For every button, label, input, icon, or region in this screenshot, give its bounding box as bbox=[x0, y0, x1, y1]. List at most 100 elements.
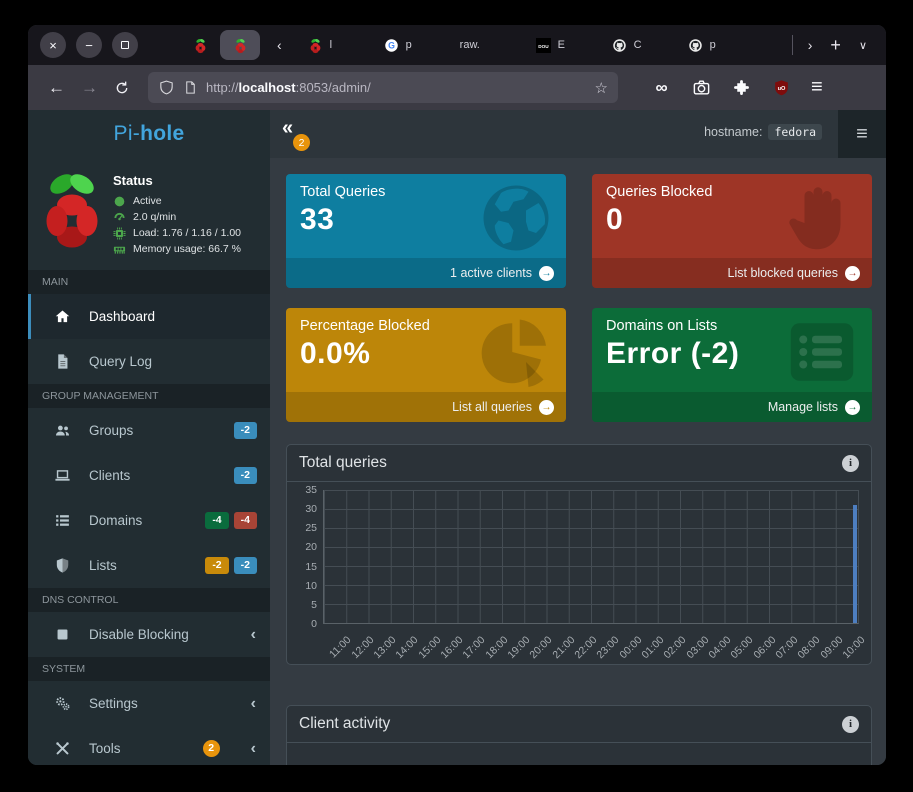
browser-window: ×− ‹ lGpraw. DOU E Cp › + ∨ ← → http://local… bbox=[28, 25, 886, 765]
raspberry-logo-icon bbox=[40, 171, 104, 251]
status-line: Load: 1.76 / 1.16 / 1.00 bbox=[113, 225, 241, 241]
count-badge: -2 bbox=[234, 467, 257, 484]
card-body: Percentage Blocked0.0% bbox=[286, 308, 566, 381]
bookmark-star-icon[interactable]: ☆ bbox=[595, 79, 608, 97]
total-queries-panel: Total queries i 3530252015105011:0012:00… bbox=[286, 444, 872, 665]
card-footer-text: List all queries bbox=[452, 400, 532, 414]
minimize-window-button[interactable]: − bbox=[76, 32, 102, 58]
maximize-window-button[interactable] bbox=[112, 32, 138, 58]
sidebar-item-settings[interactable]: Settings‹ bbox=[28, 681, 270, 726]
svg-text:G: G bbox=[388, 40, 395, 50]
card-title: Domains on Lists bbox=[606, 318, 858, 334]
pihole-header: Pi-hole « 2 hostname: fedora ≡ bbox=[28, 110, 886, 158]
card-body: Domains on ListsError (-2) bbox=[592, 308, 872, 381]
browser-tab[interactable]: Gp bbox=[375, 30, 451, 60]
infinity-icon[interactable]: ∞ bbox=[652, 78, 671, 97]
list-tabs-button[interactable]: ∨ bbox=[850, 39, 876, 52]
sidebar-item-label: Clients bbox=[89, 468, 130, 483]
cpu-icon bbox=[113, 227, 126, 240]
sidebar-item-dashboard[interactable]: Dashboard bbox=[28, 294, 270, 339]
shield-icon bbox=[54, 557, 71, 574]
close-window-button[interactable]: × bbox=[40, 32, 66, 58]
count-badge: -2 bbox=[205, 557, 228, 574]
url-bar[interactable]: http://localhost:8053/admin/ ☆ bbox=[148, 72, 618, 103]
file-icon bbox=[54, 353, 71, 370]
tab-strip: ‹ lGpraw. DOU E Cp bbox=[180, 25, 786, 65]
sidebar-menu: MAINDashboardQuery LogGROUP MANAGEMENTGr… bbox=[28, 270, 270, 765]
info-icon[interactable]: i bbox=[842, 716, 859, 733]
browser-tab[interactable]: DOU E bbox=[527, 30, 603, 60]
browser-tab[interactable]: raw. bbox=[451, 30, 527, 60]
browser-tab[interactable]: C bbox=[603, 30, 679, 60]
chevron-left-icon: ‹ bbox=[251, 740, 256, 758]
count-badge: -4 bbox=[205, 512, 228, 529]
card-footer-link[interactable]: List blocked queries→ bbox=[592, 258, 872, 288]
ublock-icon[interactable]: uO bbox=[772, 78, 791, 97]
sidebar-item-label: Query Log bbox=[89, 354, 152, 369]
camera-icon[interactable] bbox=[692, 78, 711, 97]
tab-title: p bbox=[710, 39, 716, 51]
browser-menu-button[interactable]: ≡ bbox=[811, 76, 823, 99]
forward-button[interactable]: → bbox=[73, 78, 106, 98]
browser-tab[interactable] bbox=[220, 30, 260, 60]
status-text: Active bbox=[133, 195, 162, 207]
y-axis-tick: 20 bbox=[287, 541, 317, 553]
y-axis-tick: 25 bbox=[287, 522, 317, 534]
card-footer-link[interactable]: Manage lists→ bbox=[592, 392, 872, 422]
scroll-tabs-right-button[interactable]: › bbox=[799, 37, 822, 53]
card-footer-link[interactable]: 1 active clients→ bbox=[286, 258, 566, 288]
url-text: http://localhost:8053/admin/ bbox=[206, 80, 371, 95]
page-info-icon[interactable] bbox=[183, 80, 198, 95]
status-text: Memory usage: 66.7 % bbox=[133, 243, 241, 255]
maximize-square-icon bbox=[121, 41, 129, 49]
github-icon bbox=[688, 38, 703, 53]
sidebar-item-label: Tools bbox=[89, 741, 121, 756]
header-main: « 2 hostname: fedora bbox=[270, 110, 838, 158]
raspberry-icon bbox=[308, 38, 323, 53]
list-icon bbox=[54, 512, 71, 529]
tab-title: E bbox=[558, 39, 565, 51]
sidebar-item-groups[interactable]: Groups-2 bbox=[28, 408, 270, 453]
pihole-menu-button[interactable]: ≡ bbox=[838, 110, 886, 158]
tab-separator bbox=[792, 35, 793, 55]
sidebar-section-header: SYSTEM bbox=[28, 657, 270, 681]
sidebar-collapse-button[interactable]: « bbox=[282, 117, 293, 140]
sidebar-item-clients[interactable]: Clients -2 bbox=[28, 453, 270, 498]
summary-card-total-queries: Total Queries331 active clients→ bbox=[286, 174, 566, 288]
sidebar-item-domains[interactable]: Domains -4-4 bbox=[28, 498, 270, 543]
arrow-circle-icon: → bbox=[539, 400, 554, 415]
summary-cards: Total Queries331 active clients→Queries … bbox=[286, 174, 872, 422]
card-value: 33 bbox=[300, 203, 552, 237]
memory-icon bbox=[113, 243, 126, 256]
puzzle-icon[interactable] bbox=[732, 78, 751, 97]
client-activity-panel: Client activity i bbox=[286, 705, 872, 765]
browser-tab[interactable] bbox=[180, 30, 220, 60]
sidebar-item-query-log[interactable]: Query Log bbox=[28, 339, 270, 384]
home-icon bbox=[54, 308, 71, 325]
reload-button[interactable] bbox=[106, 80, 138, 96]
status-line: Active bbox=[113, 193, 241, 209]
chevron-left-icon: ‹ bbox=[251, 626, 256, 644]
sidebar-item-disable-blocking[interactable]: Disable Blocking‹ bbox=[28, 612, 270, 657]
tracking-protection-shield-icon[interactable] bbox=[158, 79, 175, 96]
sidebar-item-label: Dashboard bbox=[89, 309, 155, 324]
tools-icon bbox=[54, 740, 71, 757]
svg-text:DOU: DOU bbox=[538, 44, 549, 49]
card-footer-link[interactable]: List all queries → bbox=[286, 392, 566, 422]
badge-group: -4-4 bbox=[205, 512, 257, 529]
status-text: 2.0 q/min bbox=[133, 211, 176, 223]
new-tab-button[interactable]: + bbox=[821, 35, 850, 56]
panel-title: Client activity bbox=[299, 715, 390, 733]
sidebar-item-label: Domains bbox=[89, 513, 142, 528]
browser-tab[interactable]: l bbox=[299, 30, 375, 60]
browser-tab[interactable]: p bbox=[679, 30, 755, 60]
sidebar-item-lists[interactable]: Lists-2-2 bbox=[28, 543, 270, 588]
y-axis-tick: 15 bbox=[287, 561, 317, 573]
chevron-left-icon: ‹ bbox=[251, 695, 256, 713]
sidebar-item-tools[interactable]: Tools2‹ bbox=[28, 726, 270, 765]
info-icon[interactable]: i bbox=[842, 455, 859, 472]
scroll-tabs-left-button[interactable]: ‹ bbox=[268, 37, 291, 53]
back-button[interactable]: ← bbox=[40, 78, 73, 98]
sidebar-item-label: Groups bbox=[89, 423, 133, 438]
tab-title: C bbox=[634, 39, 642, 51]
